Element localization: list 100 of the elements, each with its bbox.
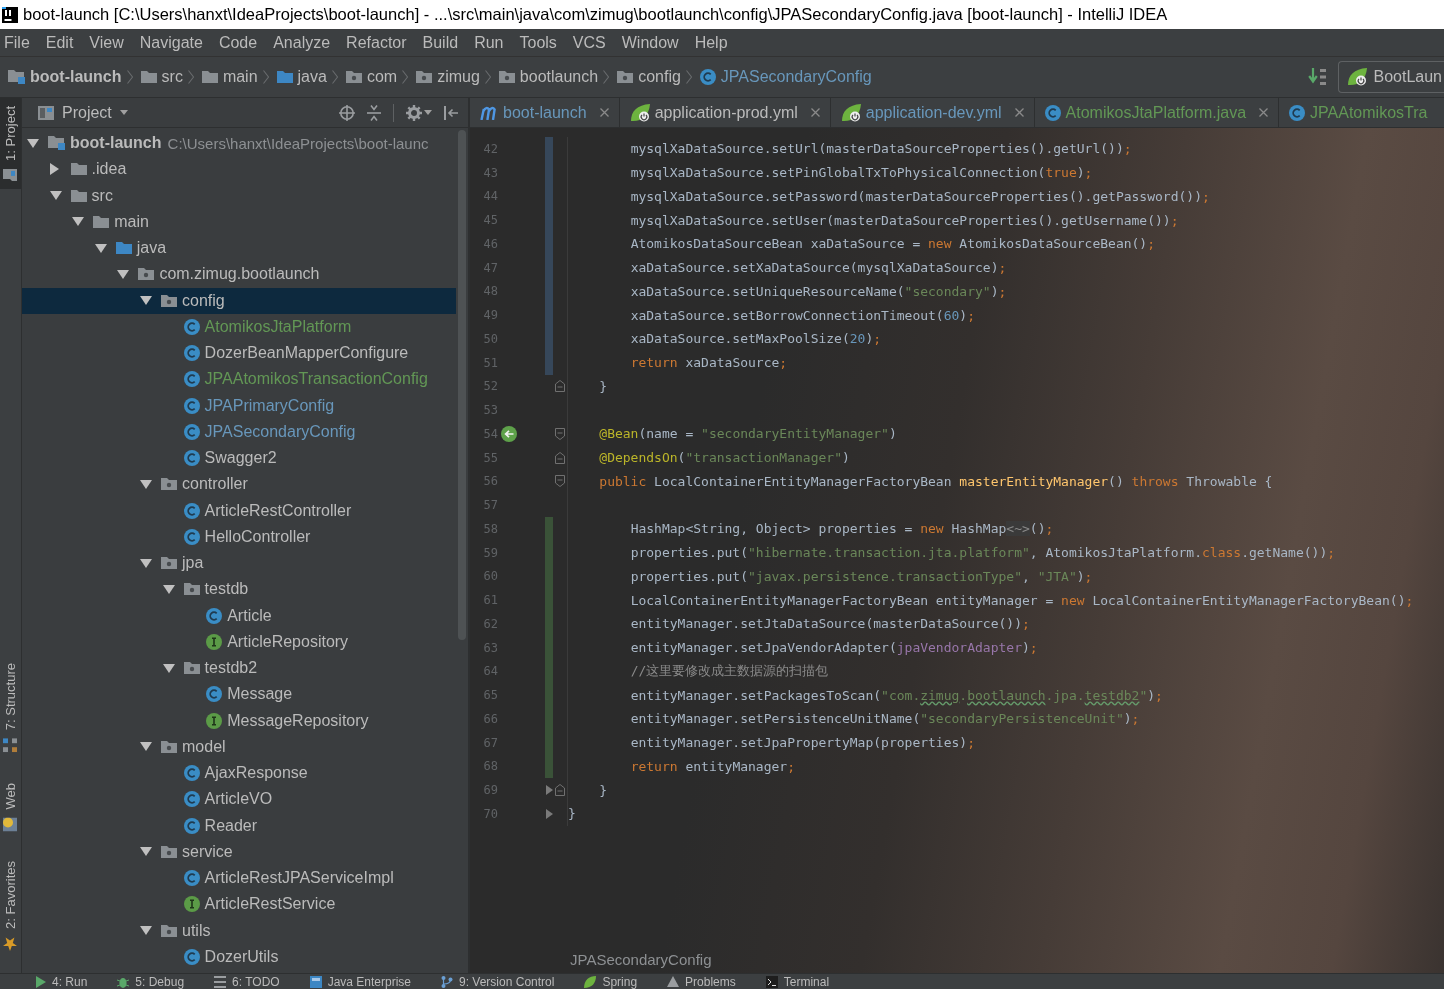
tree-item[interactable]: JPAPrimaryConfig [22, 392, 456, 419]
tree-item[interactable]: jpa [22, 550, 456, 577]
tool-window-tab[interactable]: 5: Debug [111, 974, 191, 989]
tree-item[interactable]: Message [22, 681, 456, 708]
fold-icon[interactable] [555, 451, 565, 464]
change-marker[interactable] [545, 517, 553, 541]
tree-item[interactable]: JPASecondaryConfig [22, 418, 456, 445]
tree-item[interactable]: Swagger2 [22, 445, 456, 472]
disclosure-triangle-icon[interactable] [140, 296, 152, 306]
disclosure-triangle-icon[interactable] [140, 742, 152, 752]
run-configuration-selector[interactable]: BootLaun [1338, 61, 1444, 93]
tree-item[interactable]: AjaxResponse [22, 760, 456, 787]
disclosure-triangle-icon[interactable] [162, 584, 175, 594]
menu-item[interactable]: View [85, 30, 136, 55]
editor-tab[interactable]: AtomikosJtaPlatform.java [1034, 98, 1280, 127]
menu-item[interactable]: Edit [41, 30, 86, 55]
change-marker[interactable] [545, 137, 553, 161]
tree-item[interactable]: java [22, 235, 456, 262]
close-icon[interactable] [599, 108, 609, 117]
tree-item[interactable]: ArticleRestJPAServiceImpl [22, 865, 456, 892]
hide-panel-icon[interactable] [444, 105, 458, 120]
disclosure-triangle-icon[interactable] [27, 138, 39, 148]
breadcrumb-item[interactable]: JPASecondaryConfig [696, 63, 875, 91]
tree-item[interactable]: AtomikosJtaPlatform [22, 313, 456, 340]
disclosure-triangle-icon[interactable] [140, 926, 152, 936]
tree-item[interactable]: ArticleRestController [22, 497, 456, 524]
tree-item[interactable]: config [22, 287, 456, 314]
tree-item[interactable]: DozerUtils [22, 943, 456, 970]
tree-item[interactable]: HelloController [22, 523, 456, 550]
tool-window-tab[interactable]: Terminal [759, 974, 836, 989]
tree-item[interactable]: com.zimug.bootlaunch [22, 261, 456, 288]
menu-item[interactable]: Tools [515, 30, 569, 55]
down-arrow-icon[interactable] [1308, 68, 1327, 86]
tree-item[interactable]: model [22, 733, 456, 760]
tree-item[interactable]: src [22, 182, 456, 209]
disclosure-triangle-icon[interactable] [140, 847, 152, 857]
fold-icon[interactable] [555, 380, 565, 393]
disclosure-triangle-icon[interactable] [72, 217, 85, 227]
breadcrumb-item[interactable]: zimug [413, 63, 483, 91]
caret-icon[interactable] [424, 110, 432, 115]
tree-item[interactable]: boot-launch C:\Users\hanxt\IdeaProjects\boot-launc [22, 130, 456, 157]
close-icon[interactable] [1014, 108, 1024, 117]
tree-item[interactable]: ArticleVO [22, 786, 456, 813]
editor-tab[interactable]: application-prod.yml [619, 98, 831, 127]
breadcrumb-item[interactable]: boot-launch [5, 63, 125, 91]
tool-window-tab[interactable]: 7: Structure [0, 655, 21, 761]
menu-item[interactable]: File [0, 30, 42, 55]
tree-item[interactable]: testdb2 [22, 655, 456, 682]
change-marker[interactable] [545, 754, 553, 779]
bean-marker-icon[interactable] [501, 425, 517, 442]
breadcrumb-item[interactable]: main [198, 63, 261, 91]
breadcrumb-item[interactable]: com [342, 63, 401, 91]
disclosure-triangle-icon[interactable] [117, 269, 130, 279]
tool-window-tab[interactable]: 6: TODO [208, 974, 286, 989]
locate-icon[interactable] [339, 104, 355, 121]
editor-tab[interactable]: JPAAtomikosTra [1279, 98, 1438, 127]
menu-item[interactable]: Run [470, 30, 516, 55]
editor-tab[interactable]: boot-launch [470, 98, 620, 127]
menu-item[interactable]: Refactor [342, 30, 419, 55]
tree-item[interactable]: DozerBeanMapperConfigure [22, 340, 456, 367]
settings-icon[interactable] [406, 104, 422, 121]
tree-item[interactable]: main [22, 208, 456, 235]
tool-window-tab[interactable]: 2: Favorites [0, 853, 21, 959]
disclosure-triangle-icon[interactable] [94, 243, 107, 253]
tool-window-tab[interactable]: 4: Run [30, 974, 94, 989]
tree-item[interactable]: .idea [22, 156, 456, 183]
collapse-all-icon[interactable] [367, 104, 381, 121]
disclosure-triangle-icon[interactable] [140, 558, 152, 568]
fold-icon[interactable] [555, 784, 565, 797]
menu-item[interactable]: VCS [568, 30, 618, 55]
breadcrumb-item[interactable]: config [614, 63, 684, 91]
breadcrumb-item[interactable]: src [137, 63, 186, 91]
tree-item[interactable]: controller [22, 471, 456, 498]
menu-item[interactable]: Analyze [269, 30, 343, 55]
tree-item[interactable]: testdb [22, 576, 456, 603]
disclosure-triangle-icon[interactable] [49, 191, 62, 201]
disclosure-triangle-icon[interactable] [140, 479, 152, 489]
menu-item[interactable]: Navigate [135, 30, 215, 55]
tool-window-tab[interactable]: 9: Version Control [435, 974, 561, 989]
triangle-marker-icon[interactable] [545, 808, 553, 819]
triangle-marker-icon[interactable] [545, 785, 553, 796]
view-selector[interactable]: Project [34, 99, 132, 126]
close-icon[interactable] [1259, 108, 1269, 117]
tree-item[interactable]: ArticleRestService [22, 891, 456, 918]
tree-item[interactable]: ArticleRepository [22, 628, 456, 655]
tool-window-tab[interactable]: Java Enterprise [303, 974, 417, 989]
tool-window-tab[interactable]: 1: Project [0, 98, 21, 189]
change-marker[interactable] [545, 350, 553, 375]
tree-item[interactable]: service [22, 838, 456, 865]
fold-icon[interactable] [555, 475, 565, 488]
tree-item[interactable]: JPAAtomikosTransactionConfig [22, 366, 456, 393]
tool-window-tab[interactable]: Web [0, 774, 21, 840]
menu-item[interactable]: Window [617, 30, 691, 55]
breadcrumb-item[interactable]: java [273, 63, 330, 91]
disclosure-triangle-icon[interactable] [49, 163, 59, 176]
tree-item[interactable]: Article [22, 602, 456, 629]
fold-icon[interactable] [555, 427, 565, 440]
menu-item[interactable]: Build [418, 30, 471, 55]
tree-item[interactable]: utils [22, 917, 456, 944]
close-icon[interactable] [810, 108, 820, 117]
